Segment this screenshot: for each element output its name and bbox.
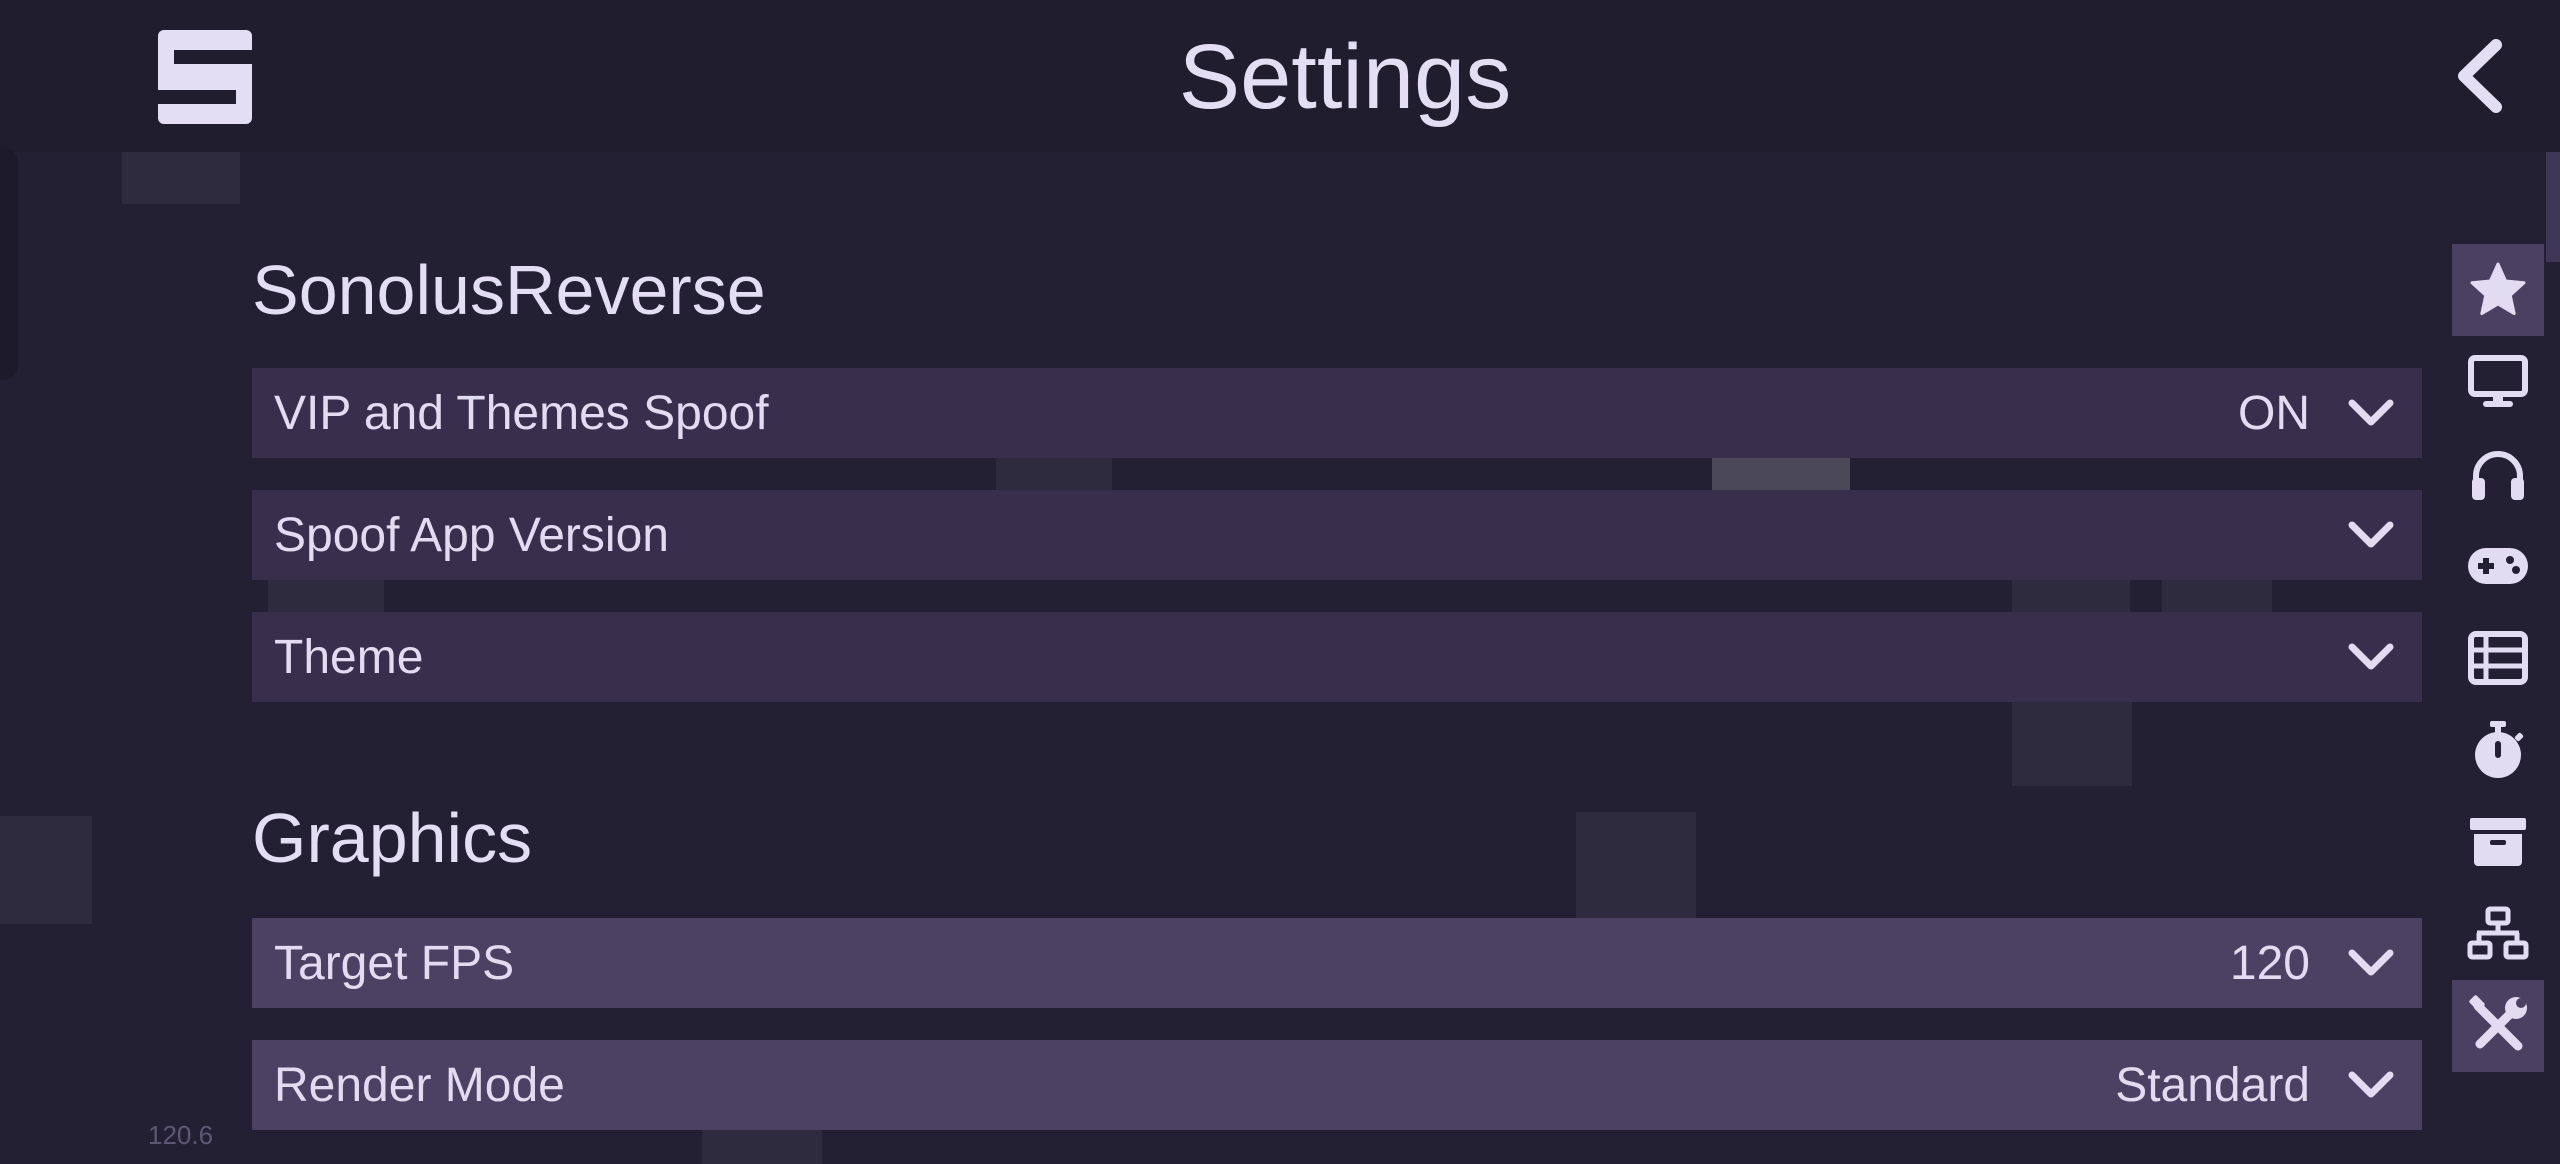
side-nav xyxy=(2452,244,2544,1072)
fps-counter: 120.6 xyxy=(148,1120,214,1150)
setting-value: ON xyxy=(2238,386,2310,440)
gamepad-icon xyxy=(2468,548,2528,584)
setting-spoof-app-version[interactable]: Spoof App Version xyxy=(252,490,2422,580)
setting-label: Theme xyxy=(274,630,424,684)
stopwatch-icon xyxy=(2475,721,2524,778)
background-tile xyxy=(122,152,240,204)
section-title-sonolusreverse: SonolusReverse xyxy=(252,251,766,329)
nav-item-list[interactable] xyxy=(2452,612,2544,704)
setting-label: VIP and Themes Spoof xyxy=(274,386,769,440)
background-tile xyxy=(1576,812,1696,932)
nav-item-settings[interactable] xyxy=(2452,980,2544,1072)
network-icon xyxy=(2467,906,2529,960)
setting-target-fps[interactable]: Target FPS 120 xyxy=(252,918,2422,1008)
setting-value: Standard xyxy=(2115,1058,2310,1112)
archive-icon xyxy=(2470,818,2526,866)
setting-label: Target FPS xyxy=(274,936,515,990)
left-drawer-handle[interactable] xyxy=(0,148,18,380)
setting-theme[interactable]: Theme xyxy=(252,612,2422,702)
tools-icon xyxy=(2469,995,2527,1051)
setting-label: Spoof App Version xyxy=(274,508,669,562)
scrollbar-thumb[interactable] xyxy=(2546,152,2560,262)
section-title-graphics: Graphics xyxy=(252,799,533,877)
chevron-down-icon xyxy=(2346,1060,2396,1110)
monitor-icon xyxy=(2468,355,2528,407)
headphones-icon xyxy=(2472,451,2524,500)
nav-item-display[interactable] xyxy=(2452,336,2544,428)
chevron-left-icon xyxy=(2458,39,2502,113)
nav-item-audio[interactable] xyxy=(2452,428,2544,520)
background-tile xyxy=(0,816,92,924)
star-icon xyxy=(2470,262,2526,316)
nav-item-gameplay[interactable] xyxy=(2452,520,2544,612)
setting-vip-themes-spoof[interactable]: VIP and Themes Spoof ON xyxy=(252,368,2422,458)
setting-render-mode[interactable]: Render Mode Standard xyxy=(252,1040,2422,1130)
chevron-down-icon xyxy=(2346,388,2396,438)
chevron-down-icon xyxy=(2346,510,2396,560)
chevron-down-icon xyxy=(2346,938,2396,988)
back-button[interactable] xyxy=(2440,36,2520,116)
setting-value: 120 xyxy=(2229,936,2310,990)
nav-item-timer[interactable] xyxy=(2452,704,2544,796)
nav-item-archive[interactable] xyxy=(2452,796,2544,888)
setting-label: Render Mode xyxy=(274,1058,565,1112)
top-bar: Settings xyxy=(0,0,2560,152)
chevron-down-icon xyxy=(2346,632,2396,682)
page-title: Settings xyxy=(1178,26,1512,128)
nav-item-featured[interactable] xyxy=(2452,244,2544,336)
nav-item-network[interactable] xyxy=(2452,888,2544,980)
list-icon xyxy=(2468,631,2528,685)
